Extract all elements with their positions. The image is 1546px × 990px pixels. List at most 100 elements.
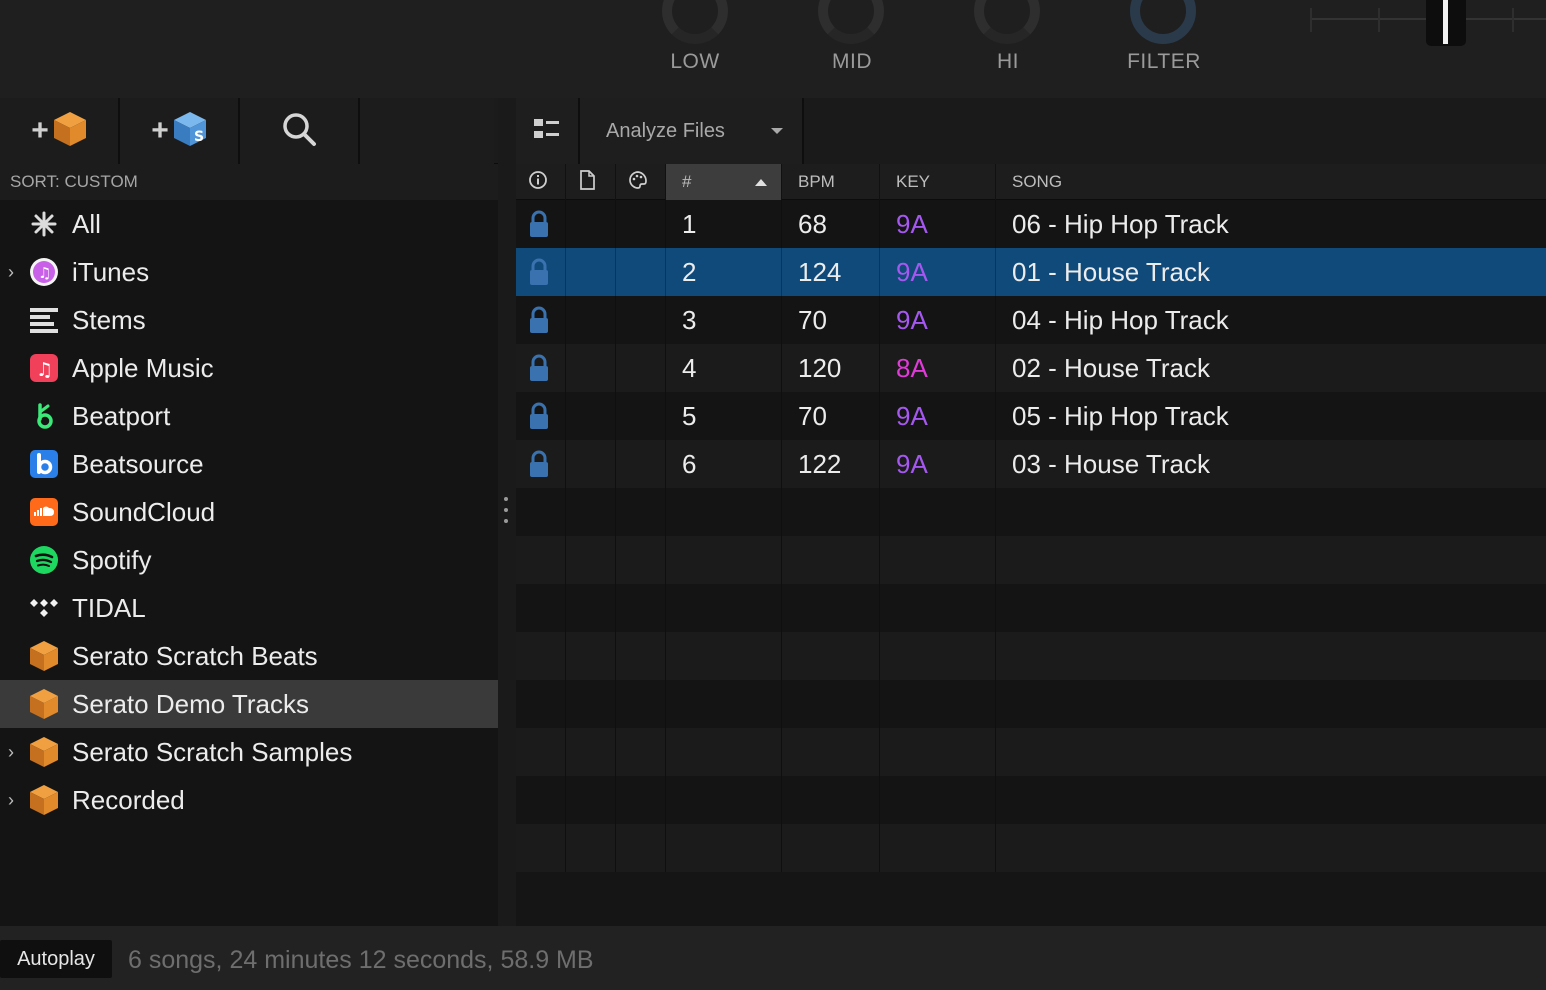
- crate-itunes[interactable]: › ♫ iTunes: [0, 248, 498, 296]
- column-header-number[interactable]: #: [666, 164, 782, 200]
- track-number: 6: [666, 440, 782, 488]
- column-header-key[interactable]: KEY: [880, 164, 996, 200]
- sort-ascending-icon: [755, 178, 767, 186]
- library-summary: 6 songs, 24 minutes 12 seconds, 58.9 MB: [128, 946, 594, 974]
- crate-label: Beatsource: [72, 448, 204, 479]
- file-cell: [566, 296, 616, 344]
- column-header-song[interactable]: SONG: [996, 164, 1546, 200]
- view-mode-button[interactable]: [516, 98, 580, 164]
- color-cell: [616, 344, 666, 392]
- hi-eq-knob[interactable]: [974, 0, 1040, 44]
- stems-icon: [28, 304, 60, 336]
- empty-row: [516, 680, 1546, 728]
- search-icon: [281, 111, 317, 152]
- lock-icon[interactable]: [516, 296, 566, 344]
- svg-text:♫: ♫: [38, 264, 51, 282]
- track-song: 05 - Hip Hop Track: [1012, 400, 1229, 431]
- table-row[interactable]: 3 70 9A 04 - Hip Hop Track: [516, 296, 1546, 344]
- crate-label: Serato Scratch Samples: [72, 736, 353, 767]
- serato-crate-icon: [28, 736, 60, 768]
- file-cell: [566, 392, 616, 440]
- table-row[interactable]: 5 70 9A 05 - Hip Hop Track: [516, 392, 1546, 440]
- crate-apple-music[interactable]: ♫ Apple Music: [0, 344, 498, 392]
- add-smart-crate-button[interactable]: + S: [120, 98, 240, 164]
- chevron-right-icon[interactable]: ›: [8, 263, 22, 281]
- track-bpm: 70: [782, 296, 880, 344]
- track-song: 01 - House Track: [1012, 256, 1210, 287]
- library-toolbar-spacer: [360, 98, 494, 164]
- low-eq-knob[interactable]: [662, 0, 728, 44]
- track-key: 9A: [880, 200, 996, 248]
- crate-spotify[interactable]: Spotify: [0, 536, 498, 584]
- track-bpm: 68: [782, 200, 880, 248]
- filter-knob[interactable]: [1130, 0, 1196, 44]
- list-view-icon: [534, 118, 560, 145]
- tidal-icon: [28, 592, 60, 624]
- splitter-grip-icon[interactable]: [504, 497, 508, 530]
- chevron-right-icon[interactable]: ›: [8, 791, 22, 809]
- crate-label: Serato Scratch Beats: [72, 640, 318, 671]
- lock-icon[interactable]: [516, 344, 566, 392]
- add-crate-button[interactable]: +: [0, 98, 120, 164]
- lock-icon[interactable]: [516, 200, 566, 248]
- crate-serato-demo-tracks[interactable]: Serato Demo Tracks: [0, 680, 498, 728]
- crate-beatsource[interactable]: Beatsource: [0, 440, 498, 488]
- itunes-icon: ♫: [28, 256, 60, 288]
- table-row[interactable]: 4 120 8A 02 - House Track: [516, 344, 1546, 392]
- lock-icon[interactable]: [516, 248, 566, 296]
- table-row[interactable]: 1 68 9A 06 - Hip Hop Track: [516, 200, 1546, 248]
- crate-label: SoundCloud: [72, 496, 216, 527]
- search-button[interactable]: [240, 98, 360, 164]
- column-header-color[interactable]: [616, 164, 666, 200]
- track-key: 9A: [880, 296, 996, 344]
- lock-icon[interactable]: [516, 440, 566, 488]
- crate-all[interactable]: All: [0, 200, 498, 248]
- svg-text:♫: ♫: [36, 359, 53, 381]
- spotify-icon: [28, 544, 60, 576]
- analyze-files-button[interactable]: Analyze Files: [580, 98, 804, 164]
- file-cell: [566, 440, 616, 488]
- color-cell: [616, 248, 666, 296]
- crate-beatport[interactable]: Beatport: [0, 392, 498, 440]
- track-song: 02 - House Track: [1012, 352, 1210, 383]
- crate-list: All › ♫ iTunes Stems ♫ Apple Music Beatp: [0, 200, 498, 824]
- apple-music-icon: ♫: [28, 352, 60, 384]
- autoplay-button[interactable]: Autoplay: [0, 940, 112, 978]
- chevron-right-icon[interactable]: ›: [8, 743, 22, 761]
- info-icon: [528, 170, 548, 195]
- track-bpm: 120: [782, 344, 880, 392]
- mid-eq-knob[interactable]: [818, 0, 884, 44]
- column-header-file[interactable]: [566, 164, 616, 200]
- crate-label: Recorded: [72, 784, 185, 815]
- beatsource-icon: [28, 448, 60, 480]
- empty-row: [516, 824, 1546, 872]
- table-row[interactable]: 2 124 9A 01 - House Track: [516, 248, 1546, 296]
- track-grid-header: # BPM KEY SONG: [516, 164, 1546, 200]
- file-cell: [566, 248, 616, 296]
- plus-icon: +: [31, 114, 49, 147]
- crate-stems[interactable]: Stems: [0, 296, 498, 344]
- track-number: 4: [666, 344, 782, 392]
- crate-tidal[interactable]: TIDAL: [0, 584, 498, 632]
- column-header-song-label: SONG: [1012, 172, 1063, 191]
- lock-icon[interactable]: [516, 392, 566, 440]
- serato-crate-icon: [28, 640, 60, 672]
- track-key: 8A: [880, 344, 996, 392]
- track-song: 04 - Hip Hop Track: [1012, 304, 1229, 335]
- column-header-bpm-label: BPM: [798, 172, 835, 191]
- column-header-info[interactable]: [516, 164, 566, 200]
- crossfader-handle[interactable]: [1426, 0, 1466, 46]
- crate-recorded[interactable]: › Recorded: [0, 776, 498, 824]
- crate-soundcloud[interactable]: SoundCloud: [0, 488, 498, 536]
- column-header-bpm[interactable]: BPM: [782, 164, 880, 200]
- table-row[interactable]: 6 122 9A 03 - House Track: [516, 440, 1546, 488]
- crate-serato-scratch-samples[interactable]: › Serato Scratch Samples: [0, 728, 498, 776]
- serato-crate-icon: [28, 784, 60, 816]
- smart-crate-icon: S: [173, 111, 207, 152]
- track-bpm: 122: [782, 440, 880, 488]
- crate-serato-scratch-beats[interactable]: Serato Scratch Beats: [0, 632, 498, 680]
- track-grid: 1 68 9A 06 - Hip Hop Track 2 124 9A 01 -…: [516, 200, 1546, 872]
- crate-label: Spotify: [72, 544, 152, 575]
- track-song: 06 - Hip Hop Track: [1012, 208, 1229, 239]
- chevron-down-icon[interactable]: [770, 128, 783, 134]
